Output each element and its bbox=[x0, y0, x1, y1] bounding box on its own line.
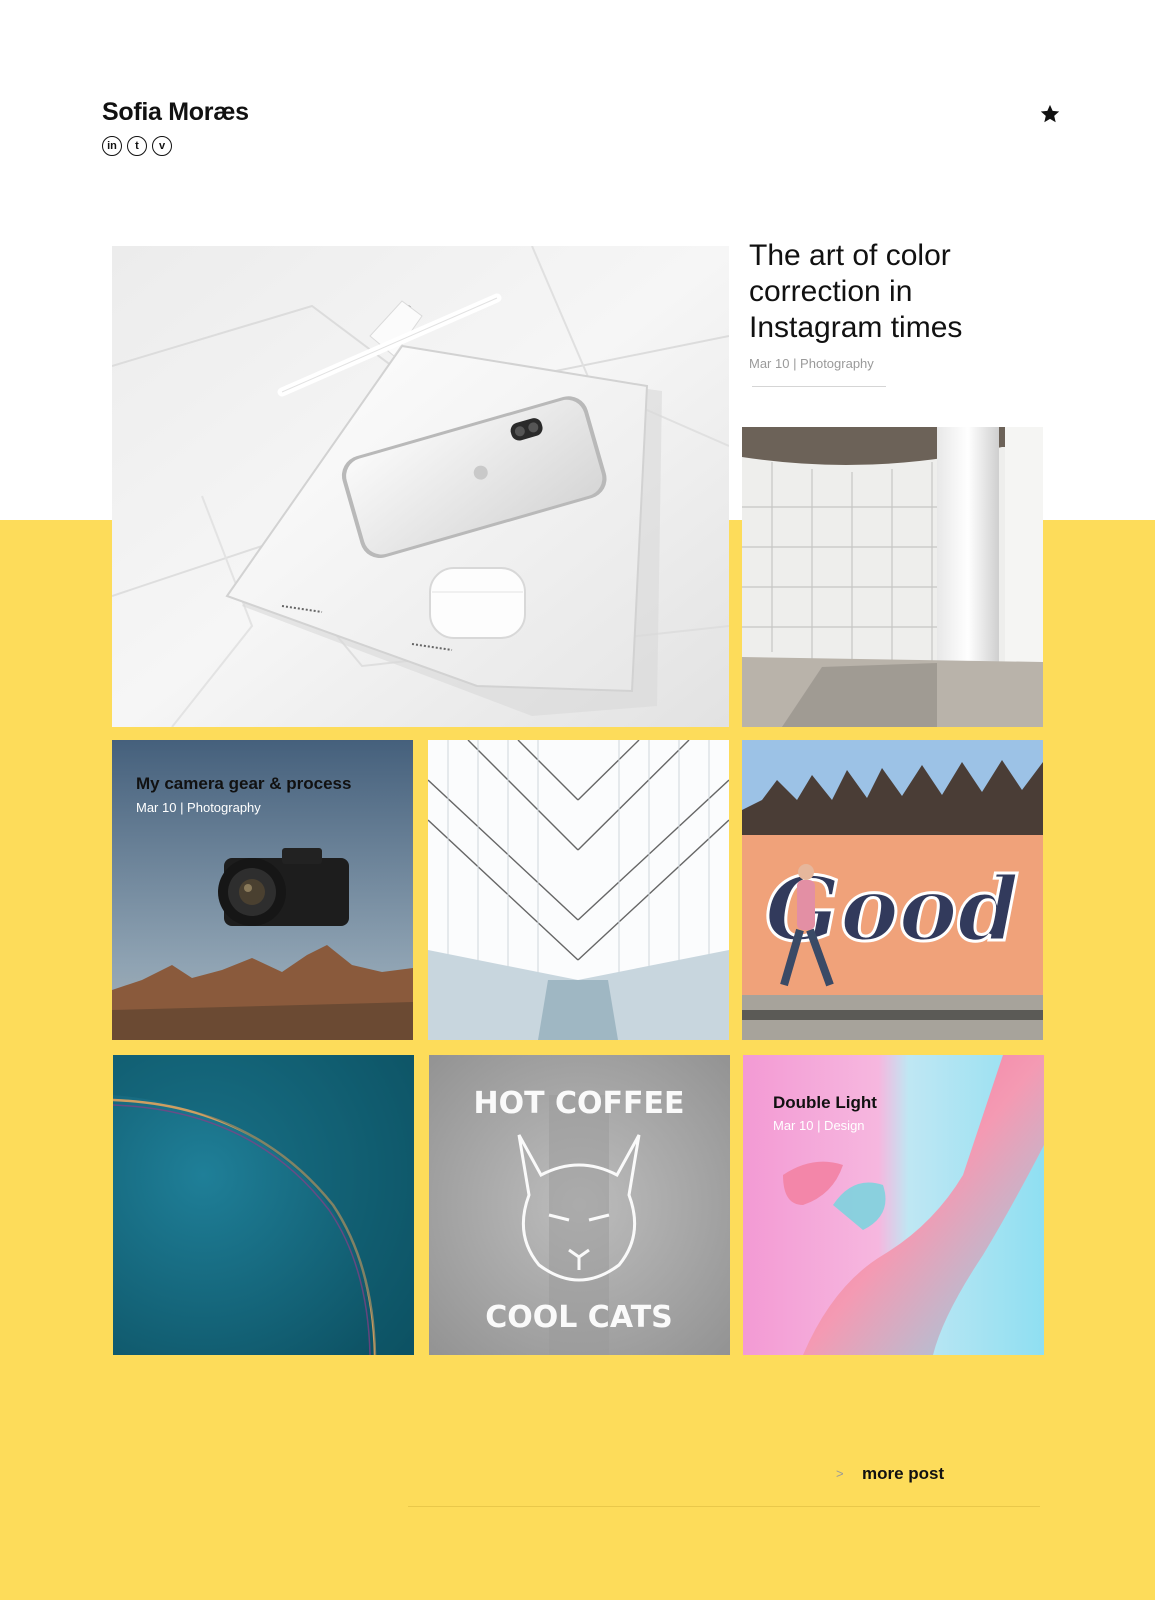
post-tile-camera-gear[interactable]: My camera gear & process Mar 10 | Photog… bbox=[112, 740, 413, 1040]
tumblr-icon[interactable]: t bbox=[127, 136, 147, 156]
post-tile-teal-abstract[interactable] bbox=[113, 1055, 414, 1355]
camera-post-title[interactable]: My camera gear & process bbox=[136, 774, 351, 794]
chevron-right-icon: > bbox=[836, 1466, 844, 1481]
featured-post-meta: Mar 10 | Photography bbox=[749, 356, 874, 371]
star-icon[interactable] bbox=[1039, 103, 1061, 125]
social-links: in t v bbox=[102, 136, 172, 156]
featured-post-title[interactable]: The art of color correction in Instagram… bbox=[749, 238, 1049, 346]
site-brand[interactable]: Sofia Moræs bbox=[102, 98, 249, 127]
featured-post-image[interactable] bbox=[112, 246, 729, 727]
white-hall-image bbox=[428, 740, 729, 1040]
bottom-divider bbox=[408, 1506, 1040, 1507]
double-light-meta: Mar 10 | Design bbox=[773, 1118, 865, 1133]
post-tile-double-light[interactable]: Double Light Mar 10 | Design bbox=[743, 1055, 1044, 1355]
vimeo-icon[interactable]: v bbox=[152, 136, 172, 156]
hot-coffee-image: HOT COFFEE COOL CATS bbox=[429, 1055, 730, 1355]
post-tile-white-hall[interactable] bbox=[428, 740, 729, 1040]
sign-top-text: HOT COFFEE bbox=[473, 1086, 684, 1121]
double-light-title[interactable]: Double Light bbox=[773, 1093, 877, 1113]
architecture-image bbox=[742, 427, 1043, 727]
post-tile-architecture[interactable] bbox=[742, 427, 1043, 727]
linkedin-icon[interactable]: in bbox=[102, 136, 122, 156]
camera-post-meta: Mar 10 | Photography bbox=[136, 800, 261, 815]
post-tile-good-mural[interactable]: Good bbox=[742, 740, 1043, 1040]
featured-divider bbox=[752, 386, 886, 387]
more-posts-link[interactable]: more post bbox=[862, 1464, 944, 1484]
teal-abstract-image bbox=[113, 1055, 414, 1355]
post-tile-hot-coffee[interactable]: HOT COFFEE COOL CATS bbox=[429, 1055, 730, 1355]
tablet-phone-image bbox=[112, 246, 729, 727]
good-mural-image: Good bbox=[742, 740, 1043, 1040]
sign-bottom-text: COOL CATS bbox=[485, 1300, 673, 1335]
